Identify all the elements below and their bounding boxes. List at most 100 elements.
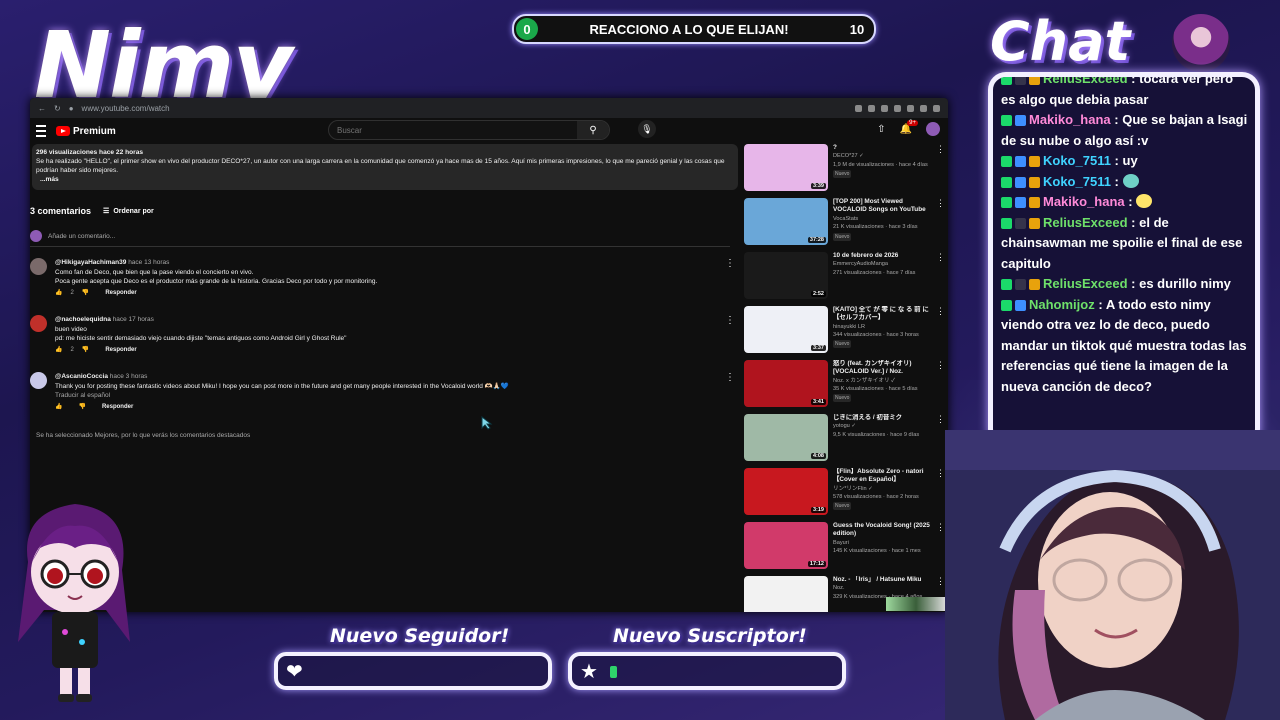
channel-name[interactable]: EmmercyAudioManga [833,260,931,268]
avatar[interactable] [30,315,47,332]
notification-badge: 9+ [907,119,918,126]
video-title[interactable]: Guess the Vocaloid Song! (2025 edition) [833,522,931,539]
video-thumbnail[interactable]: 2:52 [744,252,828,299]
video-title[interactable]: ? [833,144,931,152]
extension-icon[interactable] [933,104,940,112]
badge-icon [1015,115,1026,126]
channel-name[interactable]: Bayuri [833,539,931,547]
more-options-icon[interactable]: ⋮ [936,360,945,414]
url-text[interactable]: www.youtube.com/watch [82,104,170,113]
comment-author[interactable]: @AscanioCoccia [55,373,108,380]
hamburger-menu-icon[interactable] [36,125,46,137]
more-options-icon[interactable]: ⋮ [936,468,945,522]
chat-username[interactable]: ReliusExceed [1043,215,1128,230]
channel-name[interactable]: Noz. [833,584,931,592]
translate-link[interactable]: Traducir al español [55,391,716,401]
channel-name[interactable]: yotogu ✓ [833,422,931,430]
channel-name[interactable]: hinayukki LR [833,323,931,331]
chat-username[interactable]: Makiko_hana [1043,194,1125,209]
more-options-icon[interactable]: ⋮ [936,306,945,360]
back-icon[interactable]: ← [38,104,46,113]
recommended-video[interactable]: 37:28 [TOP 200] Most Viewed VOCALOID Son… [744,198,945,252]
channel-name[interactable]: VocaStats [833,215,931,223]
recommended-video[interactable]: 4:08 じきに消える / 初音ミク yotogu ✓ 9,5 K visual… [744,414,945,468]
recommended-video[interactable]: 3:41 怒り (feat. カンザキイオリ) [VOCALOID Ver.] … [744,360,945,414]
more-options-icon[interactable]: ⋮ [724,315,736,355]
new-badge: Nuevo [833,340,852,349]
video-description[interactable]: 296 visualizaciones hace 22 horas Se ha … [32,144,738,190]
extension-icon[interactable] [920,104,927,112]
extension-icon[interactable] [868,104,875,112]
reply-button[interactable]: Responder [105,289,136,299]
user-badges [1001,176,1040,188]
search-button[interactable]: ⚲ [577,121,609,139]
video-thumbnail[interactable] [744,576,828,612]
account-avatar[interactable] [926,122,940,136]
chat-username[interactable]: Koko_7511 [1043,174,1111,189]
channel-name[interactable]: リン*リンFlin ✓ [833,485,931,493]
like-icon[interactable]: 👍 [55,289,62,299]
comment-time: hace 3 horas [109,373,148,380]
chat-username[interactable]: Makiko_hana [1029,112,1111,127]
video-thumbnail[interactable]: 4:08 [744,414,828,461]
more-options-icon[interactable]: ⋮ [724,372,736,412]
chat-username[interactable]: ReliusExceed [1043,77,1128,86]
like-icon[interactable]: 👍 [55,346,62,356]
show-more-link[interactable]: ...más [40,175,734,184]
video-thumbnail[interactable]: 3:41 [744,360,828,407]
search-input[interactable] [329,124,577,136]
chat-username[interactable]: ReliusExceed [1043,276,1128,291]
recommended-video[interactable]: 17:12 Guess the Vocaloid Song! (2025 edi… [744,522,945,576]
sort-button[interactable]: ☰ Ordenar por [103,207,154,216]
chat-username[interactable]: Nahomijoz [1029,297,1095,312]
dislike-icon[interactable]: 👎 [78,403,85,413]
youtube-logo[interactable]: Premium [56,126,116,137]
url-bar[interactable]: ← ↻ ● www.youtube.com/watch [30,98,948,118]
avatar[interactable] [30,372,47,389]
more-options-icon[interactable]: ⋮ [936,522,945,576]
video-thumbnail[interactable]: 3:19 [744,468,828,515]
video-title[interactable]: 怒り (feat. カンザキイオリ) [VOCALOID Ver.] / Noz… [833,360,931,377]
channel-name[interactable]: Noz. x カンザキイオリ ✓ [833,377,931,385]
channel-name[interactable]: DECO*27 ✓ [833,152,931,160]
extension-icon[interactable] [894,104,901,112]
dislike-icon[interactable]: 👎 [82,346,89,356]
more-options-icon[interactable]: ⋮ [936,144,945,198]
video-thumbnail[interactable]: 3:39 [744,144,828,191]
extension-icon[interactable] [881,104,888,112]
avatar[interactable] [30,258,47,275]
add-comment-field[interactable]: Añade un comentario... [30,230,730,247]
upload-icon[interactable]: ⇧ [877,124,885,135]
comment-author[interactable]: @HikigayaHachiman39 [55,259,126,266]
reply-button[interactable]: Responder [102,403,133,413]
reply-button[interactable]: Responder [105,346,136,356]
voice-search-button[interactable]: 🎙 [638,120,656,138]
video-title[interactable]: [TOP 200] Most Viewed VOCALOID Songs on … [833,198,931,215]
dislike-icon[interactable]: 👎 [82,289,89,299]
comment-author[interactable]: @nachoelequidna [55,316,111,323]
video-views: 145 K visualizaciones · hace 1 mes [833,547,921,554]
more-options-icon[interactable]: ⋮ [936,414,945,468]
video-thumbnail[interactable]: 17:12 [744,522,828,569]
video-title[interactable]: [KAITO] 全て が 零 に な る 前 に【セルフカバー】 [833,306,931,323]
video-thumbnail[interactable]: 3:37 [744,306,828,353]
recommended-video[interactable]: 3:37 [KAITO] 全て が 零 に な る 前 に【セルフカバー】 hi… [744,306,945,360]
chat-username[interactable]: Koko_7511 [1043,153,1111,168]
video-meta: 10 de febrero de 2026 EmmercyAudioManga … [833,252,931,306]
recommended-video[interactable]: 3:19 【Flin】Absolute Zero - natori【Cover … [744,468,945,522]
reload-icon[interactable]: ↻ [54,104,61,113]
video-title[interactable]: Noz. - 「Iris」 / Hatsune Miku [833,576,931,584]
like-icon[interactable]: 👍 [55,403,62,413]
recommended-video[interactable]: 3:39 ? DECO*27 ✓ 1,9 M de visualizacione… [744,144,945,198]
notifications-button[interactable]: 🔔 9+ [900,119,918,135]
extension-icon[interactable] [907,104,914,112]
more-options-icon[interactable]: ⋮ [936,252,945,306]
more-options-icon[interactable]: ⋮ [936,198,945,252]
video-title[interactable]: 10 de febrero de 2026 [833,252,931,260]
recommended-video[interactable]: 2:52 10 de febrero de 2026 EmmercyAudioM… [744,252,945,306]
video-title[interactable]: 【Flin】Absolute Zero - natori【Cover en Es… [833,468,931,485]
video-title[interactable]: じきに消える / 初音ミク [833,414,931,422]
extension-icon[interactable] [855,104,862,112]
video-thumbnail[interactable]: 37:28 [744,198,828,245]
more-options-icon[interactable]: ⋮ [724,258,736,298]
